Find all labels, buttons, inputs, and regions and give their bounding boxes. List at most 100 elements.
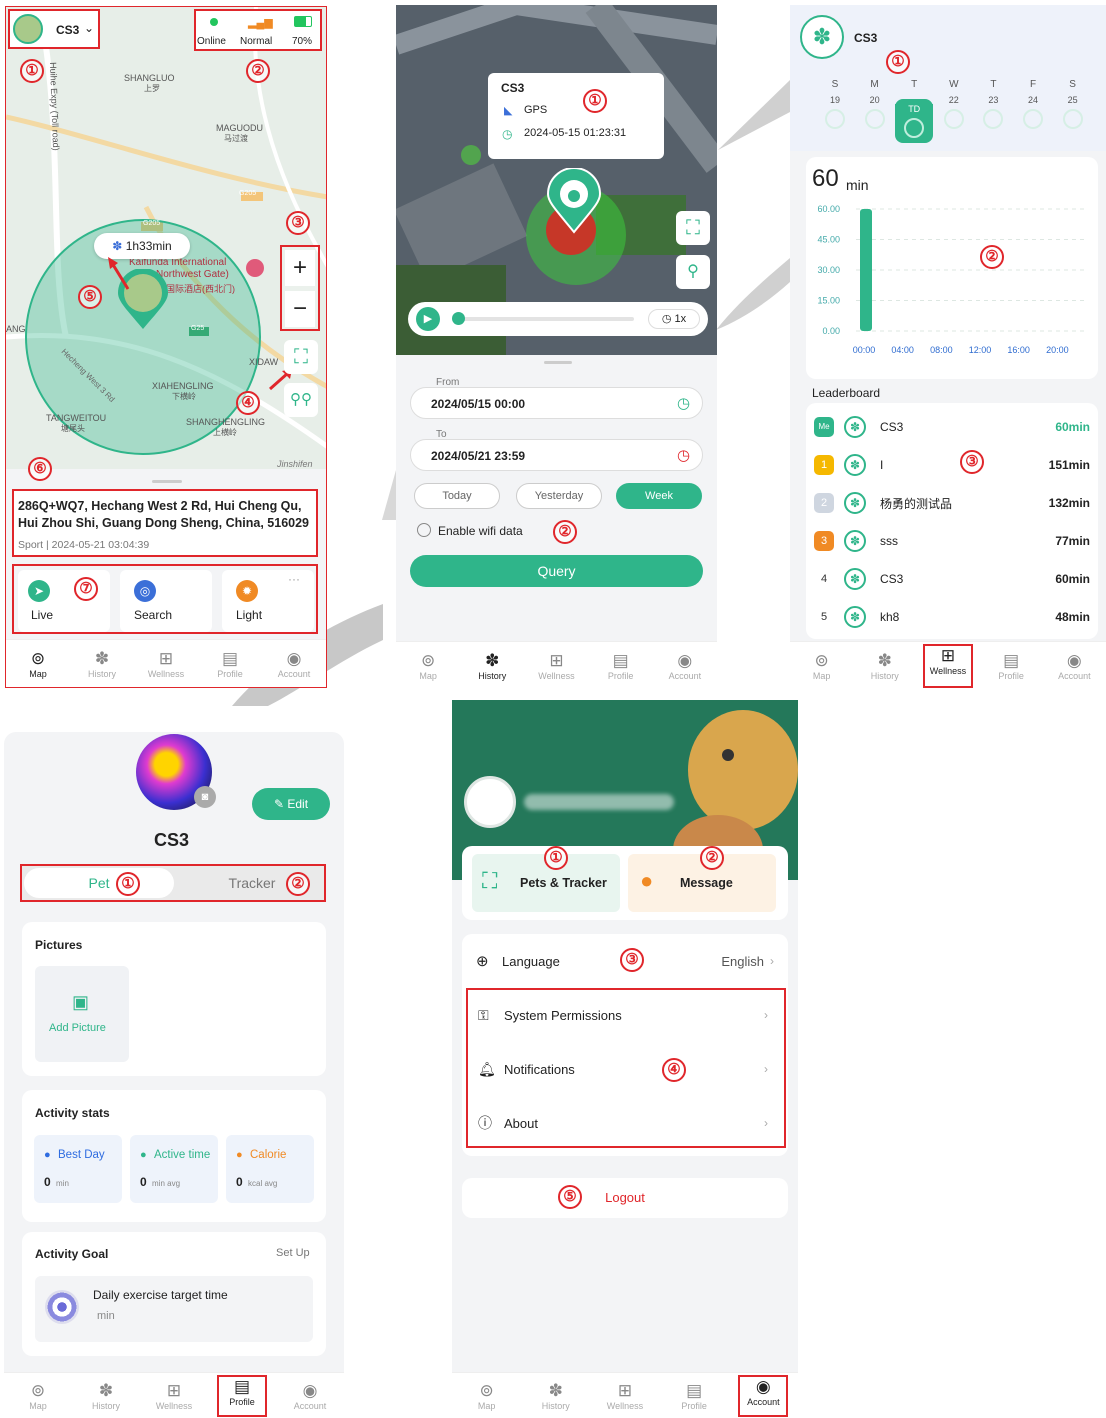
leaderboard-row[interactable]: Me ✽ CS3 60min: [814, 411, 1090, 443]
annotation-marker: ⑤: [558, 1185, 582, 1209]
locate-both-button[interactable]: ⚲⚲: [284, 383, 318, 417]
week-button[interactable]: Week: [616, 483, 702, 509]
about-row[interactable]: ⓘ About ›: [478, 1104, 768, 1142]
tab-account[interactable]: ◉ Account: [738, 1374, 789, 1417]
tab-map[interactable]: ⊚ Map: [13, 1381, 63, 1411]
zoom-out-button[interactable]: −: [285, 291, 315, 327]
day-item[interactable]: T 23: [974, 79, 1012, 143]
tab-label: Map: [477, 1400, 496, 1411]
wifi-checkbox[interactable]: [417, 523, 431, 537]
tab-account[interactable]: ◉ Account: [269, 649, 319, 679]
tab-map[interactable]: ⊚ Map: [797, 651, 847, 681]
annotation-marker: ②: [980, 245, 1004, 269]
locate-pet-button[interactable]: ⛶: [676, 211, 710, 245]
clock-icon: ◷: [502, 127, 513, 141]
tab-account[interactable]: ◉ Account: [285, 1381, 335, 1411]
day-number: TD: [895, 104, 934, 114]
day-item[interactable]: T TD: [895, 79, 934, 143]
today-button[interactable]: Today: [414, 483, 500, 509]
more-icon[interactable]: ···: [288, 572, 300, 586]
notifications-row[interactable]: 🔔︎ Notifications ›: [478, 1050, 768, 1088]
stat-icon: ●: [44, 1149, 51, 1161]
map-view[interactable]: SHANGLUO 上罗 MAGUODU 马过渡 Huihe Expy (Toll…: [6, 7, 326, 477]
day-item[interactable]: S 19: [816, 79, 854, 143]
globe-icon: ⊕: [476, 953, 489, 970]
tab-pet[interactable]: Pet: [24, 868, 174, 898]
search-button[interactable]: ◎ Search: [120, 570, 212, 632]
day-item[interactable]: M 20: [856, 79, 894, 143]
x-tick-label: 04:00: [891, 345, 914, 355]
tab-label: Profile: [607, 670, 634, 681]
camera-icon[interactable]: ◙: [194, 786, 216, 808]
edit-button[interactable]: ✎ Edit: [252, 788, 330, 820]
day-item[interactable]: W 22: [935, 79, 973, 143]
edit-label: Edit: [287, 797, 309, 811]
map-label: G205: [239, 190, 257, 197]
satellite-map[interactable]: CS3 ◣ GPS ◷ 2024-05-15 01:23:31 ⛶ ⚲ ▶ ◷ …: [396, 5, 717, 355]
leaderboard-row[interactable]: 5 ✽ kh8 48min: [814, 601, 1090, 633]
leaderboard-row[interactable]: 2 ✽ 杨勇的测试品 132min: [814, 487, 1090, 519]
account-icon: ◉: [677, 650, 693, 670]
live-button[interactable]: ➤ Live: [18, 570, 110, 632]
profile-icon: ▤: [686, 1380, 703, 1400]
tab-wellness[interactable]: ⊞ Wellness: [600, 1381, 650, 1411]
yesterday-button[interactable]: Yesterday: [516, 483, 602, 509]
drag-handle[interactable]: [544, 361, 572, 364]
to-field[interactable]: 2024/05/21 23:59 ◷: [410, 439, 703, 471]
day-ring-icon: [943, 109, 964, 129]
popup-time: 2024-05-15 01:23:31: [524, 127, 627, 139]
tab-wellness[interactable]: ⊞ Wellness: [149, 1381, 199, 1411]
tab-map[interactable]: ⊚ Map: [462, 1381, 512, 1411]
tab-label: Map: [419, 670, 437, 681]
tab-history[interactable]: ✽ History: [531, 1381, 581, 1411]
tab-profile[interactable]: ▤ Profile: [669, 1381, 719, 1411]
y-tick-label: 0.00: [822, 326, 840, 336]
leaderboard-row[interactable]: 4 ✽ CS3 60min: [814, 563, 1090, 595]
tab-map[interactable]: ⊚ Map: [13, 649, 63, 679]
leaderboard-row[interactable]: 3 ✽ sss 77min: [814, 525, 1090, 557]
setup-link[interactable]: Set Up: [276, 1247, 310, 1259]
light-button[interactable]: ✹ Light ···: [222, 570, 314, 632]
tab-profile[interactable]: ▤ Profile: [217, 1374, 267, 1417]
slider-thumb[interactable]: [452, 312, 465, 325]
zoom-in-button[interactable]: +: [285, 250, 315, 286]
tab-wellness[interactable]: ⊞ Wellness: [922, 643, 973, 688]
tab-history[interactable]: ✽ History: [77, 649, 127, 679]
user-avatar[interactable]: [464, 776, 516, 828]
query-button[interactable]: Query: [410, 555, 703, 587]
tab-wellness[interactable]: ⊞ Wellness: [141, 649, 191, 679]
map-label: SHANGHENGLING: [186, 417, 266, 427]
add-picture-button[interactable]: ▣ Add Picture: [35, 966, 129, 1062]
tab-profile[interactable]: ▤ Profile: [205, 649, 255, 679]
wellness-icon: ⊞: [158, 648, 174, 668]
tab-profile[interactable]: ▤ Profile: [986, 651, 1036, 681]
search-icon: ◎: [134, 580, 156, 602]
leaderboard-row[interactable]: 1 ✽ I 151min: [814, 449, 1090, 481]
tab-bar: ⊚ Map ✽ History ⊞ Wellness ▤ Profile ◉ Accoun…: [790, 641, 1106, 689]
logout-button[interactable]: Logout: [462, 1178, 788, 1218]
from-field[interactable]: 2024/05/15 00:00 ◷: [410, 387, 703, 419]
tab-account[interactable]: ◉ Account: [1049, 651, 1099, 681]
pet-name: kh8: [880, 610, 900, 624]
play-button[interactable]: ▶: [416, 307, 440, 331]
day-item[interactable]: F 24: [1014, 79, 1052, 143]
locate-pet-button[interactable]: ⛶: [284, 340, 318, 374]
playback-slider[interactable]: [454, 317, 634, 321]
tab-profile[interactable]: ▤ Profile: [596, 651, 646, 681]
device-selector[interactable]: CS3 ⌄: [8, 9, 100, 49]
popup-type: GPS: [524, 104, 548, 116]
system-permissions-row[interactable]: ⚿ System Permissions ›: [478, 996, 768, 1034]
locate-both-button[interactable]: ⚲: [676, 255, 710, 289]
speed-button[interactable]: ◷ 1x: [648, 309, 700, 329]
tab-history[interactable]: ✽ History: [860, 651, 910, 681]
pet-location-pin-icon[interactable]: [546, 167, 602, 234]
tab-wellness[interactable]: ⊞ Wellness: [531, 651, 581, 681]
drag-handle[interactable]: [152, 480, 182, 483]
tab-account[interactable]: ◉ Account: [660, 651, 710, 681]
tab-history[interactable]: ✽ History: [467, 651, 517, 681]
day-item[interactable]: S 25: [1054, 79, 1092, 143]
tab-history[interactable]: ✽ History: [81, 1381, 131, 1411]
goal-item[interactable]: Daily exercise target time min: [35, 1276, 313, 1342]
tab-map[interactable]: ⊚ Map: [403, 651, 453, 681]
chevron-right-icon: ›: [764, 1116, 768, 1130]
